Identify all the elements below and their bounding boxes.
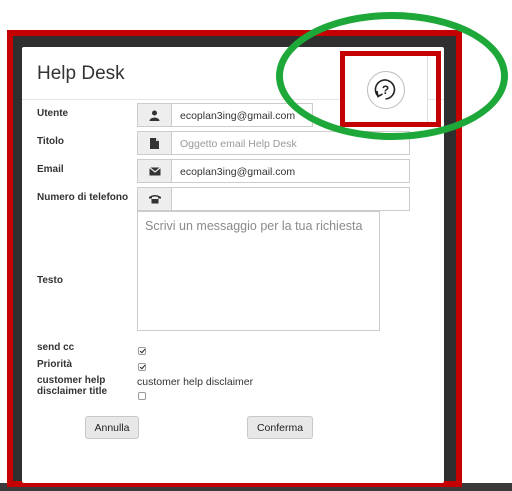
- email-field[interactable]: ecoplan3ing@gmail.com: [137, 159, 410, 183]
- customer-help-disclaimer-text: customer help disclaimer: [137, 376, 254, 388]
- customer-help-label-line2: disclaimer title: [37, 386, 108, 397]
- modal-title: Help Desk: [37, 63, 125, 84]
- envelope-icon: [138, 160, 172, 182]
- utente-label: Utente: [37, 108, 69, 119]
- send-cc-label: send cc: [37, 342, 75, 353]
- titolo-input[interactable]: Oggetto email Help Desk: [180, 138, 297, 150]
- testo-label: Testo: [37, 275, 63, 286]
- send-cc-checkbox[interactable]: [138, 347, 146, 355]
- priorita-checkbox[interactable]: [138, 363, 146, 371]
- email-label: Email: [37, 164, 64, 175]
- utente-value: ecoplan3ing@gmail.com: [180, 110, 296, 122]
- green-highlight-ellipse: [276, 12, 508, 140]
- email-input[interactable]: ecoplan3ing@gmail.com: [180, 166, 295, 178]
- file-icon: [138, 132, 172, 154]
- conferma-button[interactable]: Conferma: [247, 416, 313, 439]
- testo-textarea[interactable]: Scrivi un messaggio per la tua richiesta: [137, 211, 380, 331]
- testo-placeholder: Scrivi un messaggio per la tua richiesta: [145, 219, 363, 233]
- utente-field: ecoplan3ing@gmail.com: [137, 103, 313, 127]
- phone-icon: [138, 188, 172, 210]
- customer-help-label-line1: customer help: [37, 375, 106, 386]
- telefono-label: Numero di telefono: [37, 192, 129, 203]
- titolo-label: Titolo: [37, 136, 65, 147]
- annulla-button[interactable]: Annulla: [85, 416, 139, 439]
- customer-help-checkbox[interactable]: [138, 392, 146, 400]
- telefono-field[interactable]: [137, 187, 410, 211]
- priorita-label: Priorità: [37, 359, 73, 370]
- user-icon: [138, 104, 172, 126]
